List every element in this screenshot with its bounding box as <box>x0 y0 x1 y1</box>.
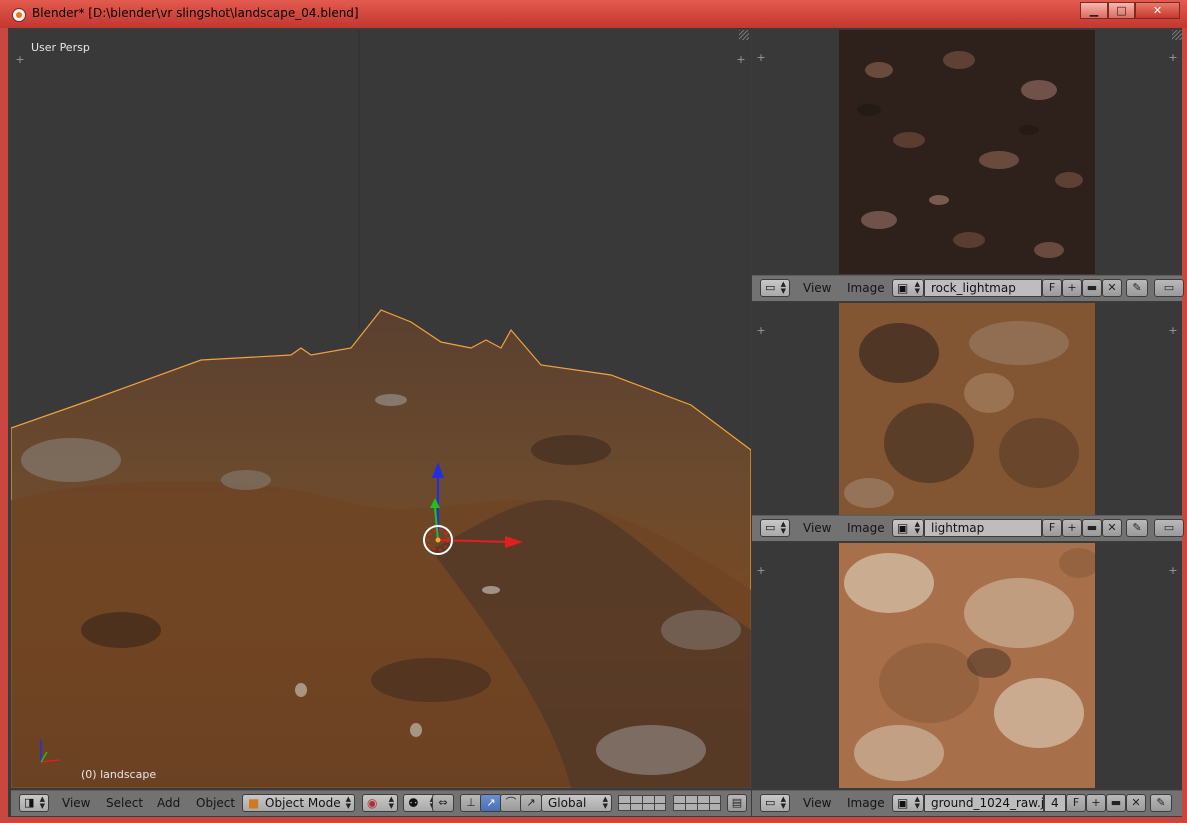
view-mode-select[interactable]: ▭ <box>1154 519 1184 537</box>
3d-viewport[interactable]: User Persp (0) landscape + + <box>11 30 751 788</box>
image-browse-button[interactable]: ▣ ▲ ▼ <box>892 519 924 537</box>
image-name-field[interactable]: rock_lightmap <box>924 279 1042 297</box>
translate-manipulator-icon[interactable]: ⊥ <box>460 794 482 812</box>
terrain-render <box>11 30 751 788</box>
new-image-icon[interactable]: + <box>1062 279 1082 297</box>
lightmap-texture <box>839 303 1095 515</box>
image-users-count[interactable]: 4 <box>1044 794 1066 812</box>
ground-texture <box>839 543 1095 788</box>
area-split-corner-icon[interactable] <box>739 30 749 40</box>
image-browse-button[interactable]: ▣ ▲ ▼ <box>892 794 924 812</box>
image-editor-2[interactable]: + + <box>752 303 1182 515</box>
unlink-image-icon[interactable]: ✕ <box>1102 519 1122 537</box>
image-name-field[interactable]: ground_1024_raw.j... <box>924 794 1044 812</box>
shading-sphere-icon: ◉ <box>367 796 378 810</box>
viewport-header: ◨ ▲ ▼ View Select Add Object ■ Object Mode… <box>11 790 751 816</box>
properties-toggle-icon[interactable]: + <box>1168 52 1178 63</box>
open-image-icon[interactable]: ▬ <box>1082 519 1102 537</box>
tool-shelf-toggle-icon[interactable]: + <box>756 325 766 336</box>
tool-shelf-toggle-icon[interactable]: + <box>756 52 766 63</box>
menu-view[interactable]: View <box>803 281 831 295</box>
image-editor-1-header: ▭ ▲ ▼ View Image ▣ ▲ ▼ rock_lightmap F + ▬ ✕… <box>752 275 1184 301</box>
menu-select[interactable]: Select <box>106 796 143 810</box>
tool-shelf-toggle-icon[interactable]: + <box>15 54 25 65</box>
image-editor-2-header: ▭ ▲ ▼ View Image ▣ ▲ ▼ lightmap F + ▬ ✕ ✎ ▭ <box>752 515 1184 541</box>
lock-camera-icon[interactable]: ▤ <box>727 794 747 812</box>
menu-view[interactable]: View <box>62 796 90 810</box>
transform-orientation-select[interactable]: Global ▲ ▼ <box>541 794 612 812</box>
blender-workspace: User Persp (0) landscape + + ◨ ▲ ▼ View Se… <box>8 28 1184 817</box>
editor-type-button[interactable]: ▭ ▲ ▼ <box>760 794 790 812</box>
new-image-icon[interactable]: + <box>1086 794 1106 812</box>
image-name-field[interactable]: lightmap <box>924 519 1042 537</box>
menu-view[interactable]: View <box>803 521 831 535</box>
view-name-label: User Persp <box>31 41 90 54</box>
new-image-icon[interactable]: + <box>1062 519 1082 537</box>
manipulator-toggle-icon[interactable]: ⇔ <box>432 794 454 812</box>
unlink-image-icon[interactable]: ✕ <box>1102 279 1122 297</box>
window-title: Blender* [D:\blender\vr slingshot\landsc… <box>32 6 359 20</box>
pin-icon[interactable]: ✎ <box>1126 519 1148 537</box>
properties-toggle-icon[interactable]: + <box>1168 565 1178 576</box>
properties-toggle-icon[interactable]: + <box>736 54 746 65</box>
menu-object[interactable]: Object <box>196 796 235 810</box>
active-object-label: (0) landscape <box>81 768 157 781</box>
scale-manipulator-icon[interactable]: ⌒ <box>500 794 522 812</box>
open-image-icon[interactable]: ▬ <box>1106 794 1126 812</box>
viewport-shading-select[interactable]: ◉ ▲ ▼ <box>362 794 398 812</box>
pivot-icon: ⚉ <box>408 796 419 810</box>
menu-view[interactable]: View <box>803 796 831 810</box>
menu-image[interactable]: Image <box>847 521 885 535</box>
layer-buttons-left[interactable] <box>618 795 666 811</box>
minimize-button[interactable]: ▁ <box>1080 2 1108 19</box>
image-editor-1[interactable]: + + <box>752 30 1182 274</box>
properties-toggle-icon[interactable]: + <box>1168 325 1178 336</box>
menu-image[interactable]: Image <box>847 796 885 810</box>
fake-user-toggle[interactable]: F <box>1042 519 1062 537</box>
rock-lightmap-texture <box>839 30 1095 274</box>
editor-type-button[interactable]: ▭ ▲ ▼ <box>760 279 790 297</box>
open-image-icon[interactable]: ▬ <box>1082 279 1102 297</box>
menu-add[interactable]: Add <box>157 796 180 810</box>
close-button[interactable]: ✕ <box>1135 2 1180 19</box>
image-browse-button[interactable]: ▣ ▲ ▼ <box>892 279 924 297</box>
rotate-manipulator-icon[interactable]: ↗ <box>480 794 502 812</box>
pin-icon[interactable]: ✎ <box>1150 794 1172 812</box>
snap-manipulator-icon[interactable]: ↗ <box>520 794 542 812</box>
area-split-corner-icon[interactable] <box>1172 30 1182 40</box>
fake-user-toggle[interactable]: F <box>1042 279 1062 297</box>
fake-user-toggle[interactable]: F <box>1066 794 1086 812</box>
window-titlebar: Blender* [D:\blender\vr slingshot\landsc… <box>0 0 1187 28</box>
object-mode-cube-icon: ■ <box>248 796 260 810</box>
tool-shelf-toggle-icon[interactable]: + <box>756 565 766 576</box>
image-editor-3-header: ▭ ▲ ▼ View Image ▣ ▲ ▼ ground_1024_raw.j... … <box>752 790 1182 816</box>
unlink-image-icon[interactable]: ✕ <box>1126 794 1146 812</box>
view-mode-select[interactable]: ▭ <box>1154 279 1184 297</box>
image-editor-3[interactable]: + + <box>752 543 1182 788</box>
interaction-mode-select[interactable]: ■ Object Mode ▲ ▼ <box>242 794 355 812</box>
editor-type-button[interactable]: ▭ ▲ ▼ <box>760 519 790 537</box>
menu-image[interactable]: Image <box>847 281 885 295</box>
layer-buttons-right[interactable] <box>673 795 721 811</box>
blender-logo-icon <box>12 8 26 22</box>
pin-icon[interactable]: ✎ <box>1126 279 1148 297</box>
editor-type-button[interactable]: ◨ ▲ ▼ <box>19 794 49 812</box>
maximize-button[interactable]: □ <box>1108 2 1135 19</box>
